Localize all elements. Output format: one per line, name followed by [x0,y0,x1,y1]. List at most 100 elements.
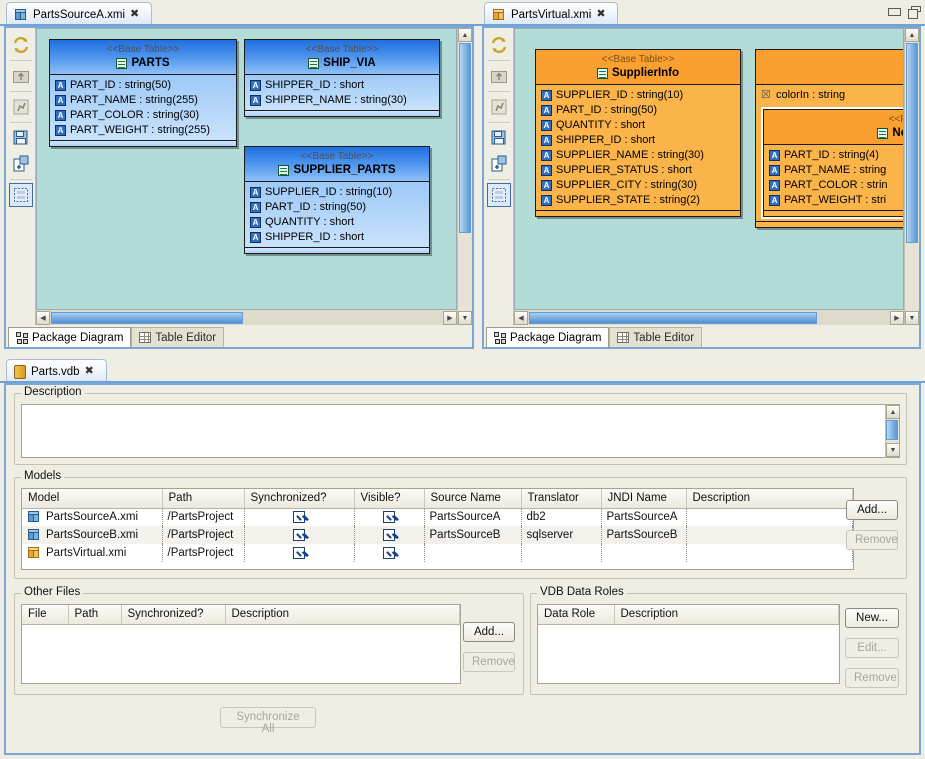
cell-visible[interactable] [354,544,424,562]
col-source-name[interactable]: Source Name [424,489,521,508]
attribute-row: ASHIPPER_ID : short [250,230,424,245]
tab-package-diagram-0[interactable]: Package Diagram [8,327,131,347]
table-row[interactable]: PartsSourceB.xmi /PartsProject PartsSour… [22,526,853,544]
uml-attributes: ASUPPLIER_ID : string(10) APART_ID : str… [536,85,740,210]
minimize-icon[interactable] [888,6,899,17]
select-tool-icon[interactable] [487,183,511,207]
checkbox-checked-icon[interactable] [293,547,305,559]
cell-synchronized[interactable] [244,544,354,562]
vscroll-thumb[interactable] [886,420,898,440]
col-description[interactable]: Description [225,605,460,624]
canvas-hscrollbar-0[interactable]: ◀ ▶ [36,310,457,325]
go-up-folder-icon[interactable] [9,64,33,88]
scroll-left-arrow-icon[interactable]: ◀ [514,311,528,325]
hscroll-thumb[interactable] [529,312,817,324]
scroll-down-arrow-icon[interactable]: ▼ [905,311,919,325]
col-translator[interactable]: Translator [521,489,601,508]
attribute-icon: A [541,90,552,101]
uml-footer [764,210,904,216]
scroll-right-arrow-icon[interactable]: ▶ [890,311,904,325]
checkbox-checked-icon[interactable] [383,511,395,523]
maximize-icon[interactable] [908,6,919,17]
other-files-table[interactable]: File Path Synchronized? Description [21,604,461,684]
data-roles-new-button[interactable]: New... [845,608,899,628]
table-editor-icon [139,332,151,343]
tab-package-diagram-1[interactable]: Package Diagram [486,327,609,347]
table-icon [278,165,289,176]
canvas-hscrollbar-1[interactable]: ◀ ▶ [514,310,904,325]
preview-data-icon[interactable] [487,95,511,119]
uml-procedure-partsbycolor[interactable]: <<Procedure fx partsByC colorIn : string [755,49,904,228]
col-path[interactable]: Path [68,605,121,624]
checkbox-checked-icon[interactable] [293,511,305,523]
refresh-icon[interactable] [487,33,511,57]
checkbox-checked-icon[interactable] [383,529,395,541]
hscroll-thumb[interactable] [51,312,243,324]
new-object-icon[interactable] [487,152,511,176]
cell-synchronized[interactable] [244,526,354,544]
diagram-canvas-partssourcea[interactable]: <<Base Table>> PARTS APART_ID : string(5… [36,28,457,310]
col-jndi-name[interactable]: JNDI Name [601,489,686,508]
other-files-grid: File Path Synchronized? Description [22,605,460,625]
other-files-add-button[interactable]: Add... [463,622,515,642]
tab-table-editor-0[interactable]: Table Editor [131,327,224,347]
tab-parts-vdb[interactable]: Parts.vdb ✖ [6,359,107,383]
description-vscrollbar[interactable]: ▲ ▼ [885,404,900,458]
refresh-icon[interactable] [9,33,33,57]
col-path[interactable]: Path [162,489,244,508]
cell-synchronized[interactable] [244,508,354,526]
table-row[interactable]: PartsVirtual.xmi /PartsProject [22,544,853,562]
tab-table-editor-1[interactable]: Table Editor [609,327,702,347]
tab-partsvirtual-xmi[interactable]: PartsVirtual.xmi ✖ [484,2,618,26]
scroll-down-arrow-icon[interactable]: ▼ [458,311,472,325]
canvas-vscrollbar-0[interactable]: ▲ ▼ [457,28,472,325]
table-row[interactable]: PartsSourceA.xmi /PartsProject PartsSour… [22,508,853,526]
save-diagram-icon[interactable] [487,126,511,150]
scroll-left-arrow-icon[interactable]: ◀ [36,311,50,325]
editor-tabstrip-0: PartsSourceA.xmi ✖ [0,0,478,26]
uml-table-ship-via[interactable]: <<Base Table>> SHIP_VIA ASHIPPER_ID : sh… [244,39,440,117]
new-object-icon[interactable] [9,152,33,176]
cell-visible[interactable] [354,508,424,526]
uml-table-parts[interactable]: <<Base Table>> PARTS APART_ID : string(5… [49,39,237,147]
uml-table-supplier-parts[interactable]: <<Base Table>> SUPPLIER_PARTS ASUPPLIER_… [244,146,430,254]
scroll-down-arrow-icon[interactable]: ▼ [886,443,900,457]
scroll-right-arrow-icon[interactable]: ▶ [443,311,457,325]
uml-table-supplierinfo[interactable]: <<Base Table>> SupplierInfo ASUPPLIER_ID… [535,49,741,217]
close-icon[interactable]: ✖ [596,9,607,20]
save-diagram-icon[interactable] [9,126,33,150]
cell-visible[interactable] [354,526,424,544]
col-synchronized[interactable]: Synchronized? [121,605,225,624]
close-icon[interactable]: ✖ [130,9,141,20]
diagram-canvas-partsvirtual[interactable]: <<Base Table>> SupplierInfo ASUPPLIER_ID… [514,28,904,310]
preview-data-icon[interactable] [9,95,33,119]
attribute-row: APART_COLOR : strin [769,178,904,193]
go-up-folder-icon[interactable] [487,64,511,88]
canvas-vscrollbar-1[interactable]: ▲ ▼ [904,28,919,325]
col-file[interactable]: File [22,605,68,624]
vscroll-thumb[interactable] [906,43,918,243]
blue-model-cube-icon [27,510,41,524]
uml-procedure-result-newprocedure[interactable]: <<Procedure Re NewProcedu APART_ID : str… [761,107,904,219]
checkbox-checked-icon[interactable] [293,529,305,541]
models-table[interactable]: Model Path Synchronized? Visible? Source… [21,488,854,570]
select-tool-icon[interactable] [9,183,33,207]
vscroll-thumb[interactable] [459,43,471,233]
col-model[interactable]: Model [22,489,162,508]
attribute-row: APART_ID : string(50) [55,78,231,93]
checkbox-checked-icon[interactable] [383,547,395,559]
other-files-remove-button: Remove [463,652,515,672]
col-description[interactable]: Description [614,605,839,624]
description-input[interactable] [21,404,885,458]
data-roles-table[interactable]: Data Role Description [537,604,840,684]
scroll-up-arrow-icon[interactable]: ▲ [905,28,919,42]
tab-partssourcea-xmi[interactable]: PartsSourceA.xmi ✖ [6,2,152,26]
col-synchronized[interactable]: Synchronized? [244,489,354,508]
col-visible[interactable]: Visible? [354,489,424,508]
scroll-up-arrow-icon[interactable]: ▲ [886,405,900,419]
models-add-button[interactable]: Add... [846,500,898,520]
col-data-role[interactable]: Data Role [538,605,614,624]
scroll-up-arrow-icon[interactable]: ▲ [458,28,472,42]
col-description[interactable]: Description [686,489,853,508]
close-icon[interactable]: ✖ [85,366,96,377]
